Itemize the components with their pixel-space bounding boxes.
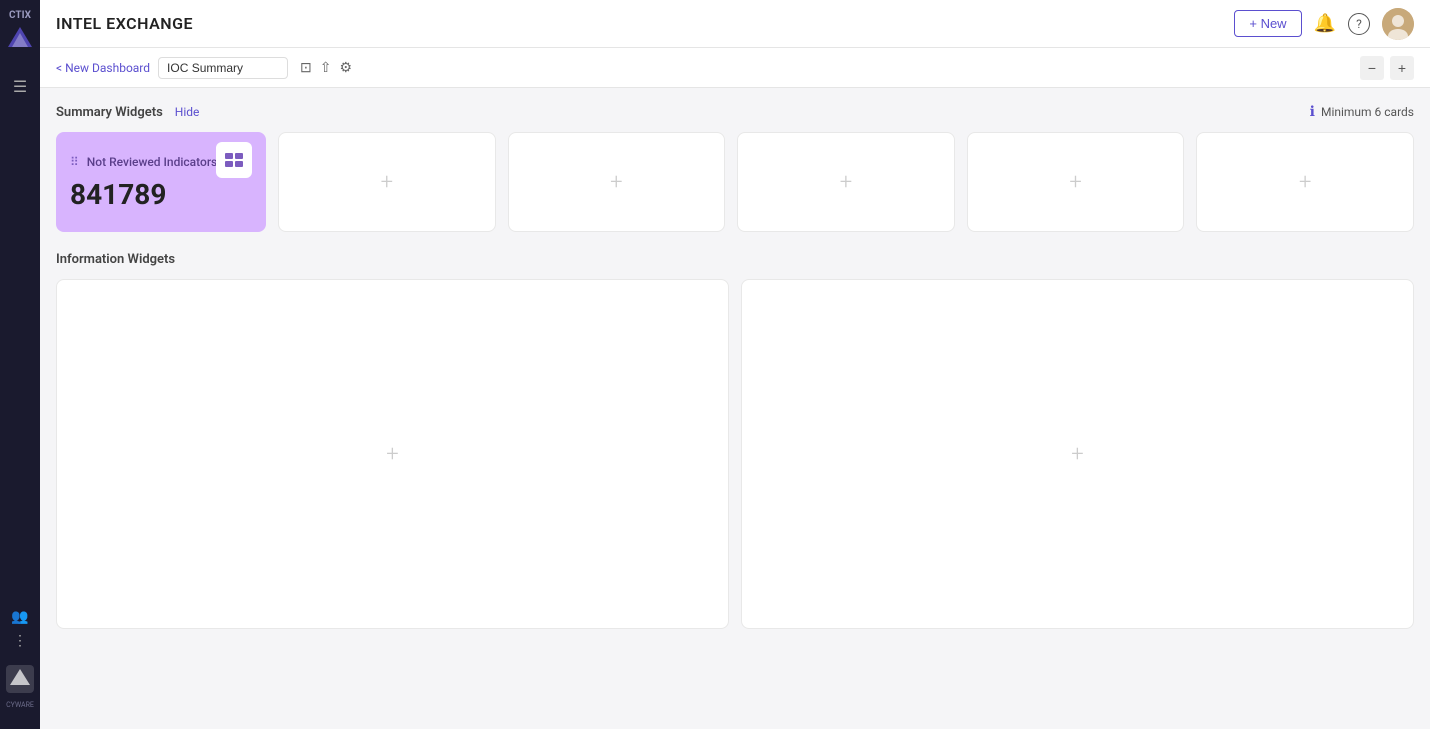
new-button[interactable]: + New — [1234, 10, 1301, 37]
topbar-right: + New 🔔 ? — [1234, 8, 1414, 40]
info-section-header: Information Widgets — [56, 252, 1414, 267]
add-info-widget-icon-1: + — [386, 442, 398, 467]
app-title: INTEL EXCHANGE — [56, 14, 193, 33]
info-widget-card-2[interactable]: + — [741, 279, 1414, 629]
subnav-right: − + — [1360, 56, 1414, 80]
user-group-icon[interactable]: 👥 — [11, 609, 28, 625]
add-widget-icon-4: + — [1069, 170, 1081, 195]
summary-section-header: Summary Widgets Hide ℹ Minimum 6 cards — [56, 104, 1414, 120]
summary-widget-cards: ⠿ Not Reviewed Indicators ··· 841789 — [56, 132, 1414, 232]
add-info-widget-icon-2: + — [1071, 442, 1083, 467]
hamburger-icon[interactable]: ☰ — [13, 77, 27, 96]
topbar-left: INTEL EXCHANGE — [56, 14, 193, 33]
zoom-out-button[interactable]: − — [1360, 56, 1384, 80]
main-area: INTEL EXCHANGE + New 🔔 ? < New Dashboard… — [40, 0, 1430, 729]
save-dashboard-icon[interactable]: ⊡ — [300, 59, 312, 76]
sidebar: CTIX ☰ 👥 ⋮ CYWARE — [0, 0, 40, 729]
empty-widget-card-2[interactable]: + — [508, 132, 726, 232]
help-icon[interactable]: ? — [1348, 13, 1370, 35]
cyware-label: CYWARE — [6, 701, 34, 709]
card-thumbnail-icon — [216, 142, 252, 178]
summary-header-left: Summary Widgets Hide — [56, 105, 199, 120]
info-widget-cards: + + — [56, 279, 1414, 629]
back-link[interactable]: < New Dashboard — [56, 61, 150, 75]
topbar: INTEL EXCHANGE + New 🔔 ? — [40, 0, 1430, 48]
info-widget-card-1[interactable]: + — [56, 279, 729, 629]
add-widget-icon-2: + — [610, 170, 622, 195]
subnav: < New Dashboard ⊡ ⇧ ⚙ − + — [40, 48, 1430, 88]
add-widget-icon-5: + — [1299, 170, 1311, 195]
summary-section-label: Summary Widgets — [56, 105, 163, 120]
settings-dashboard-icon[interactable]: ⚙ — [340, 59, 353, 76]
zoom-in-button[interactable]: + — [1390, 56, 1414, 80]
info-section-label: Information Widgets — [56, 252, 175, 267]
ctix-label: CTIX — [9, 10, 31, 21]
share-dashboard-icon[interactable]: ⇧ — [320, 59, 332, 76]
more-options-icon[interactable]: ⋮ — [13, 633, 27, 649]
add-widget-icon-1: + — [381, 170, 393, 195]
add-widget-icon-3: + — [840, 170, 852, 195]
not-reviewed-indicators-card[interactable]: ⠿ Not Reviewed Indicators ··· 841789 — [56, 132, 266, 232]
info-icon: ℹ — [1310, 104, 1315, 120]
hide-button[interactable]: Hide — [175, 105, 200, 119]
empty-widget-card-1[interactable]: + — [278, 132, 496, 232]
summary-header-right: ℹ Minimum 6 cards — [1310, 104, 1414, 120]
min-cards-notice: Minimum 6 cards — [1321, 105, 1414, 119]
content-area: Summary Widgets Hide ℹ Minimum 6 cards ⠿… — [40, 88, 1430, 729]
cyware-logo-icon — [6, 25, 34, 53]
card-title: Not Reviewed Indicators — [87, 155, 217, 169]
empty-widget-card-4[interactable]: + — [967, 132, 1185, 232]
user-avatar[interactable] — [1382, 8, 1414, 40]
notification-bell-icon[interactable]: 🔔 — [1314, 13, 1336, 34]
empty-widget-card-5[interactable]: + — [1196, 132, 1414, 232]
card-value: 841789 — [70, 178, 166, 211]
drag-handle-icon[interactable]: ⠿ — [70, 155, 79, 169]
dashboard-name-input[interactable] — [158, 57, 288, 79]
subnav-action-icons: ⊡ ⇧ ⚙ — [300, 59, 352, 76]
cyware-brand-icon — [6, 665, 34, 693]
empty-widget-card-3[interactable]: + — [737, 132, 955, 232]
